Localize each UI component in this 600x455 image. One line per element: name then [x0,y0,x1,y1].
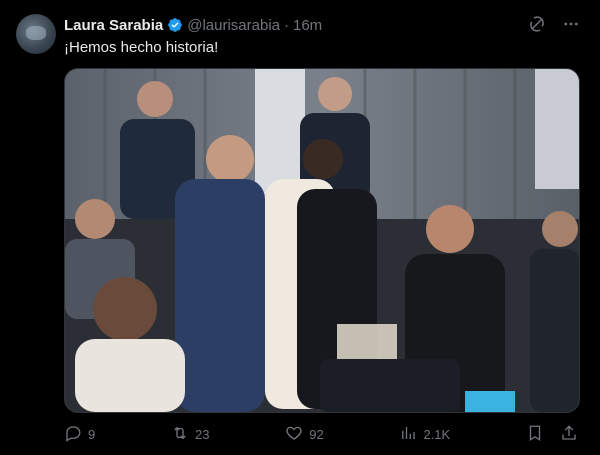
reply-icon [64,424,82,445]
post-text: ¡Hemos hecho historia! [64,39,219,56]
verified-badge-icon [167,17,183,33]
photo-illustration [65,69,579,412]
like-button[interactable]: 92 [285,424,324,445]
reply-count: 9 [88,426,96,442]
heart-icon [285,424,303,445]
right-actions [526,424,578,445]
author-handle[interactable]: @laurisarabia [187,17,280,34]
bookmark-icon[interactable] [526,424,544,445]
grok-icon[interactable] [528,15,546,37]
post-photo[interactable] [64,68,580,413]
action-bar: 9 23 92 2.1K [64,424,578,444]
reply-button[interactable]: 9 [64,424,95,445]
repost-button[interactable]: 23 [171,424,209,445]
author-name[interactable]: Laura Sarabia [64,17,163,34]
like-count: 92 [309,426,324,442]
share-icon[interactable] [560,424,578,445]
author-avatar[interactable] [16,14,56,54]
views-button[interactable]: 2.1K [399,424,450,445]
view-count: 2.1K [423,426,451,442]
views-icon [399,424,417,445]
repost-icon [171,424,189,445]
more-icon[interactable] [562,15,580,37]
post-time[interactable]: 16m [293,17,322,34]
header-icons [528,15,580,37]
post-header: Laura Sarabia @laurisarabia · 16m [64,15,580,35]
separator-dot: · [284,16,289,34]
repost-count: 23 [195,426,210,442]
